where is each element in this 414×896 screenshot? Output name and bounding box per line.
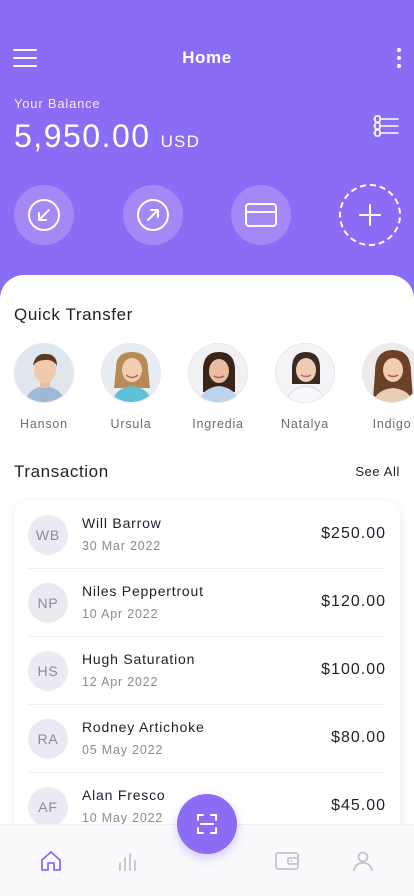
transaction-date: 12 Apr 2022 (82, 675, 159, 689)
avatar (362, 343, 414, 403)
filter-icon[interactable] (372, 114, 400, 138)
contact-name: Hanson (20, 417, 68, 431)
arrow-down-left-circle-icon (28, 199, 60, 231)
scan-icon (197, 814, 217, 834)
transaction-date: 05 May 2022 (82, 743, 164, 757)
transaction-amount: $250.00 (321, 525, 386, 542)
contact-ursula[interactable]: Ursula (91, 343, 171, 431)
top-bar: Home (0, 40, 414, 76)
plus-icon (359, 204, 381, 226)
stats-icon[interactable] (114, 847, 142, 875)
transaction-amount: $45.00 (331, 797, 386, 814)
contact-ingredia[interactable]: Ingredia (178, 343, 258, 431)
table-row[interactable]: NP Niles Peppertrout 10 Apr 2022 $120.00 (28, 569, 386, 637)
avatar (14, 343, 74, 403)
credit-card-icon (245, 203, 277, 227)
contact-name: Ingredia (192, 417, 244, 431)
transaction-date: 10 May 2022 (82, 811, 164, 825)
arrow-up-right-circle-icon (137, 199, 169, 231)
quick-transfer-title: Quick Transfer (14, 305, 133, 324)
transaction-amount: $120.00 (321, 593, 386, 610)
transaction-amount: $80.00 (331, 729, 386, 746)
add-button[interactable] (339, 184, 401, 246)
initials-avatar: AF (28, 787, 68, 827)
initials-avatar: WB (28, 515, 68, 555)
balance-display: 5,950.00 USD (14, 118, 200, 155)
scan-button[interactable] (177, 794, 237, 854)
initials-avatar: NP (28, 583, 68, 623)
contact-name: Indigo (372, 417, 412, 431)
initials-avatar: HS (28, 651, 68, 691)
wallet-icon[interactable] (273, 847, 301, 875)
contact-indigo[interactable]: Indigo (352, 343, 414, 431)
initials-avatar: RA (28, 719, 68, 759)
transaction-list: WB Will Barrow 30 Mar 2022 $250.00 NP Ni… (14, 501, 400, 841)
transaction-amount: $100.00 (321, 661, 386, 678)
send-button[interactable] (123, 185, 183, 245)
contact-name: Natalya (281, 417, 329, 431)
transaction-name: Niles Peppertrout (82, 583, 204, 599)
transaction-name: Hugh Saturation (82, 651, 196, 667)
table-row[interactable]: WB Will Barrow 30 Mar 2022 $250.00 (28, 501, 386, 569)
receive-button[interactable] (14, 185, 74, 245)
avatar (188, 343, 248, 403)
transaction-name: Will Barrow (82, 515, 162, 531)
contact-hanson[interactable]: Hanson (4, 343, 84, 431)
balance-amount: 5,950.00 (14, 118, 151, 154)
avatar (275, 343, 335, 403)
quick-transfer-contacts: Hanson Ursula Ingredia Natalya Indigo (0, 343, 414, 443)
balance-currency: USD (160, 132, 201, 151)
balance-label: Your Balance (14, 96, 101, 111)
card-button[interactable] (231, 185, 291, 245)
contact-name: Ursula (110, 417, 152, 431)
transaction-date: 30 Mar 2022 (82, 539, 161, 553)
profile-icon[interactable] (349, 847, 377, 875)
table-row[interactable]: HS Hugh Saturation 12 Apr 2022 $100.00 (28, 637, 386, 705)
transaction-name: Alan Fresco (82, 787, 166, 803)
avatar (101, 343, 161, 403)
table-row[interactable]: RA Rodney Artichoke 05 May 2022 $80.00 (28, 705, 386, 773)
more-options-icon[interactable] (396, 48, 402, 68)
home-icon[interactable] (37, 847, 65, 875)
transaction-title: Transaction (14, 462, 109, 481)
page-title: Home (182, 48, 232, 67)
see-all-link[interactable]: See All (355, 464, 400, 479)
transaction-name: Rodney Artichoke (82, 719, 205, 735)
transaction-date: 10 Apr 2022 (82, 607, 159, 621)
contact-natalya[interactable]: Natalya (265, 343, 345, 431)
